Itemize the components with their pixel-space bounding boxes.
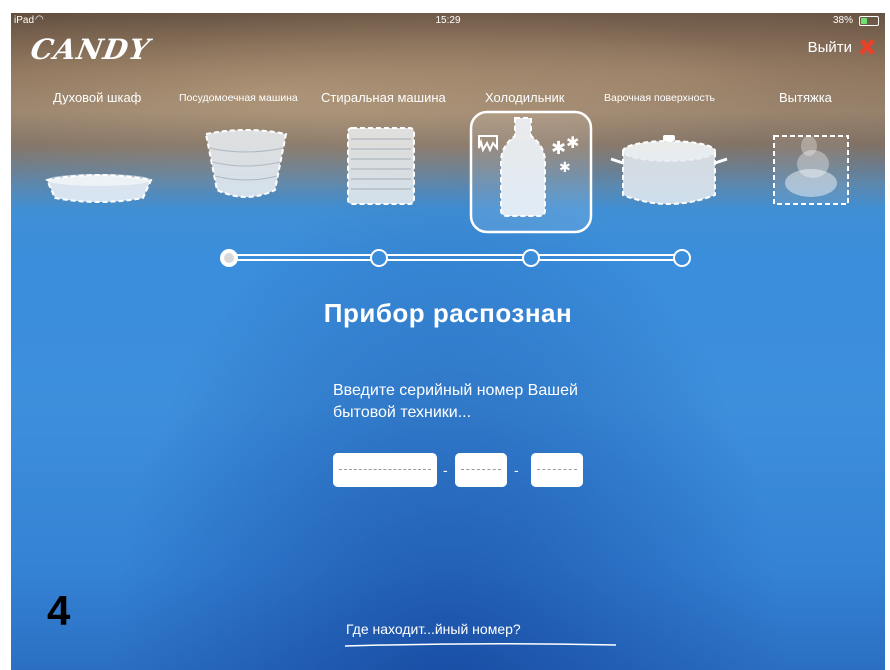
progress-step [370,249,388,267]
category-label: Вытяжка [779,90,832,105]
battery-percent: 38% [832,15,853,26]
progress-indicator [220,249,691,267]
category-fridge[interactable]: Холодильник [485,90,564,105]
exit-button[interactable]: Выйти [808,37,877,57]
category-label: Стиральная машина [321,90,446,105]
close-icon [859,39,875,55]
exit-label: Выйти [807,38,852,56]
serial-separator: - [443,462,448,478]
step-number-label: 4 [47,587,71,634]
serial-field-part-2[interactable] [455,453,507,487]
category-hood[interactable]: Вытяжка [779,90,832,105]
oven-dish-icon[interactable] [43,168,155,208]
serial-help-link[interactable]: Где находит...йный номер? [346,621,521,637]
status-time: 15:29 [435,15,461,26]
page-title: Прибор распознан [323,298,573,328]
field-guide-line [461,469,501,470]
serial-field-part-1[interactable] [333,453,437,487]
battery-icon [859,16,879,26]
dish-stack-icon[interactable] [203,128,289,208]
steam-hood-icon[interactable] [771,128,851,208]
app-screen: iPad ◠ 15:29 38% CANDY Выйти Духовой шка… [11,13,885,670]
category-label: Посудомоечная машина [179,92,298,104]
category-label: Духовой шкаф [53,90,142,105]
fridge-bottle-icon[interactable]: ✱ ✱ ✱ [469,110,593,234]
status-bar: iPad ◠ 15:29 38% [11,13,885,29]
serial-separator: - [514,462,519,478]
progress-step [673,249,691,267]
category-hob[interactable]: Варочная поверхность [604,92,715,104]
instruction-text: Введите серийный номер Вашей бытовой тех… [333,380,673,424]
category-oven[interactable]: Духовой шкаф [53,90,141,105]
category-label: Холодильник [485,90,565,105]
instruction-line-1: Введите серийный номер Вашей [333,382,578,399]
svg-text:✱: ✱ [566,133,579,152]
serial-field-part-3[interactable] [531,453,583,487]
instruction-line-2: бытовой техники... [333,404,472,421]
candy-logo: CANDY [28,33,153,66]
svg-text:✱: ✱ [559,160,571,176]
category-washer[interactable]: Стиральная машина [321,90,446,105]
battery-fill [861,18,867,24]
field-guide-line [537,469,577,470]
category-label: Варочная поверхность [604,92,715,104]
svg-text:✱: ✱ [551,138,566,159]
progress-step [522,249,540,267]
field-guide-line [339,469,431,470]
category-dishwasher[interactable]: Посудомоечная машина [179,92,298,104]
laundry-stack-icon[interactable] [345,125,417,207]
cooking-pot-icon[interactable] [609,133,729,213]
help-link-underline [344,642,617,647]
